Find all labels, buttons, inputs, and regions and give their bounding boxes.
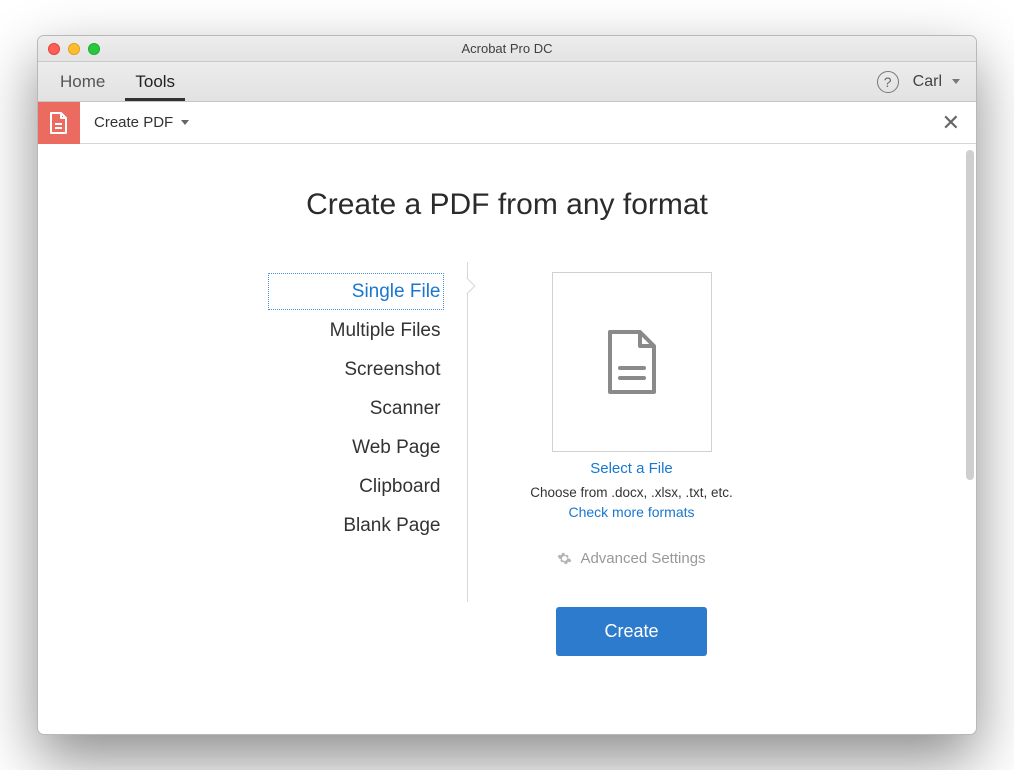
close-window-button[interactable]	[48, 43, 60, 55]
traffic-lights	[48, 43, 100, 55]
source-web-page[interactable]: Web Page	[267, 428, 445, 467]
create-pdf-tile-icon	[38, 102, 80, 144]
app-window: Acrobat Pro DC Home Tools ? Carl Create …	[37, 35, 977, 735]
check-more-formats-link[interactable]: Check more formats	[568, 504, 694, 520]
minimize-window-button[interactable]	[68, 43, 80, 55]
select-file-link[interactable]: Select a File	[590, 460, 673, 477]
tool-name-dropdown[interactable]: Create PDF	[80, 114, 189, 131]
user-menu[interactable]: Carl	[913, 62, 964, 101]
close-tool-button[interactable]: ✕	[942, 112, 960, 134]
format-hint: Choose from .docx, .xlsx, .txt, etc.	[516, 485, 748, 500]
chevron-down-icon	[952, 79, 960, 84]
source-clipboard[interactable]: Clipboard	[267, 467, 445, 506]
user-name: Carl	[913, 73, 942, 91]
chevron-down-icon	[181, 120, 189, 125]
zoom-window-button[interactable]	[88, 43, 100, 55]
page-title: Create a PDF from any format	[38, 188, 976, 222]
titlebar: Acrobat Pro DC	[38, 36, 976, 62]
advanced-settings-label: Advanced Settings	[580, 550, 705, 567]
window-title: Acrobat Pro DC	[38, 41, 976, 56]
source-single-file[interactable]: Single File	[267, 272, 445, 311]
help-icon[interactable]: ?	[877, 71, 899, 93]
source-screenshot[interactable]: Screenshot	[267, 350, 445, 389]
source-list: Single File Multiple Files Screenshot Sc…	[267, 272, 467, 656]
advanced-settings: Advanced Settings	[516, 550, 748, 567]
source-multiple-files[interactable]: Multiple Files	[267, 311, 445, 350]
tool-header: Create PDF ✕	[38, 102, 976, 144]
tab-tools[interactable]: Tools	[125, 62, 185, 101]
tab-home[interactable]: Home	[50, 62, 115, 101]
divider	[467, 272, 468, 656]
scrollbar[interactable]	[966, 150, 974, 480]
document-icon	[604, 328, 660, 396]
source-scanner[interactable]: Scanner	[267, 389, 445, 428]
source-blank-page[interactable]: Blank Page	[267, 506, 445, 545]
create-button[interactable]: Create	[556, 607, 706, 656]
main-area: Create a PDF from any format Single File…	[38, 144, 976, 734]
right-panel: Select a File Choose from .docx, .xlsx, …	[468, 272, 748, 656]
file-drop-zone[interactable]	[552, 272, 712, 452]
top-tabbar: Home Tools ? Carl	[38, 62, 976, 102]
tool-name-label: Create PDF	[94, 114, 173, 131]
gear-icon	[557, 551, 572, 566]
